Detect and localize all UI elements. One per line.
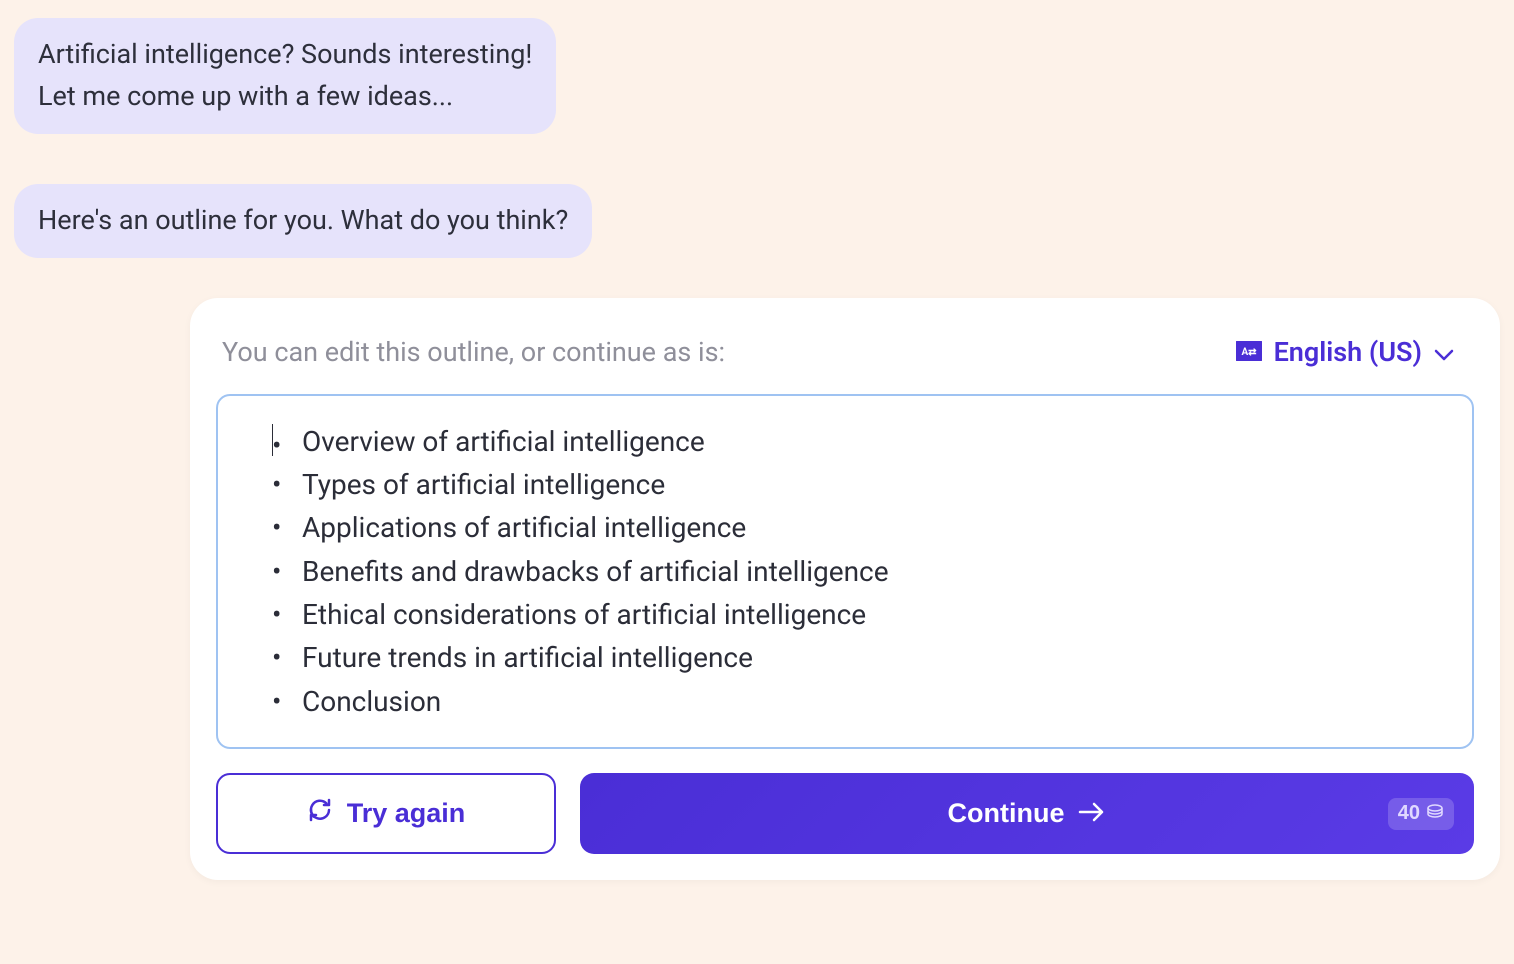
language-label: English (US) bbox=[1274, 336, 1422, 368]
language-icon: A⇄ bbox=[1236, 336, 1262, 368]
credits-badge: 40 bbox=[1388, 798, 1454, 830]
try-again-button[interactable]: Try again bbox=[216, 773, 556, 854]
assistant-message-2: Here's an outline for you. What do you t… bbox=[14, 184, 592, 258]
message-text-line2: Let me come up with a few ideas... bbox=[38, 80, 453, 112]
outline-item[interactable]: Overview of artificial intelligence bbox=[272, 420, 1442, 463]
message-text: Here's an outline for you. What do you t… bbox=[38, 204, 568, 236]
refresh-icon bbox=[307, 797, 333, 830]
outline-item[interactable]: Conclusion bbox=[272, 680, 1442, 723]
outline-item[interactable]: Types of artificial intelligence bbox=[272, 463, 1442, 506]
svg-text:A⇄: A⇄ bbox=[1241, 347, 1257, 358]
continue-label: Continue bbox=[948, 798, 1065, 829]
outline-editor[interactable]: Overview of artificial intelligence Type… bbox=[216, 394, 1474, 750]
message-text-line1: Artificial intelligence? Sounds interest… bbox=[38, 38, 532, 70]
assistant-message-1: Artificial intelligence? Sounds interest… bbox=[14, 18, 556, 134]
card-instruction: You can edit this outline, or continue a… bbox=[222, 336, 725, 368]
outline-item[interactable]: Applications of artificial intelligence bbox=[272, 506, 1442, 549]
outline-item[interactable]: Ethical considerations of artificial int… bbox=[272, 593, 1442, 636]
language-selector[interactable]: A⇄ English (US) bbox=[1222, 328, 1468, 376]
credits-count: 40 bbox=[1398, 802, 1420, 825]
outline-item[interactable]: Future trends in artificial intelligence bbox=[272, 636, 1442, 679]
button-row: Try again Continue 40 bbox=[216, 773, 1474, 854]
continue-button[interactable]: Continue 40 bbox=[580, 773, 1474, 854]
outline-list: Overview of artificial intelligence Type… bbox=[248, 420, 1442, 724]
outline-item[interactable]: Benefits and drawbacks of artificial int… bbox=[272, 550, 1442, 593]
card-header: You can edit this outline, or continue a… bbox=[216, 328, 1474, 376]
chevron-down-icon bbox=[1434, 336, 1454, 368]
arrow-right-icon bbox=[1078, 798, 1106, 829]
try-again-label: Try again bbox=[347, 798, 466, 829]
outline-card: You can edit this outline, or continue a… bbox=[190, 298, 1500, 881]
coins-icon bbox=[1426, 802, 1444, 826]
